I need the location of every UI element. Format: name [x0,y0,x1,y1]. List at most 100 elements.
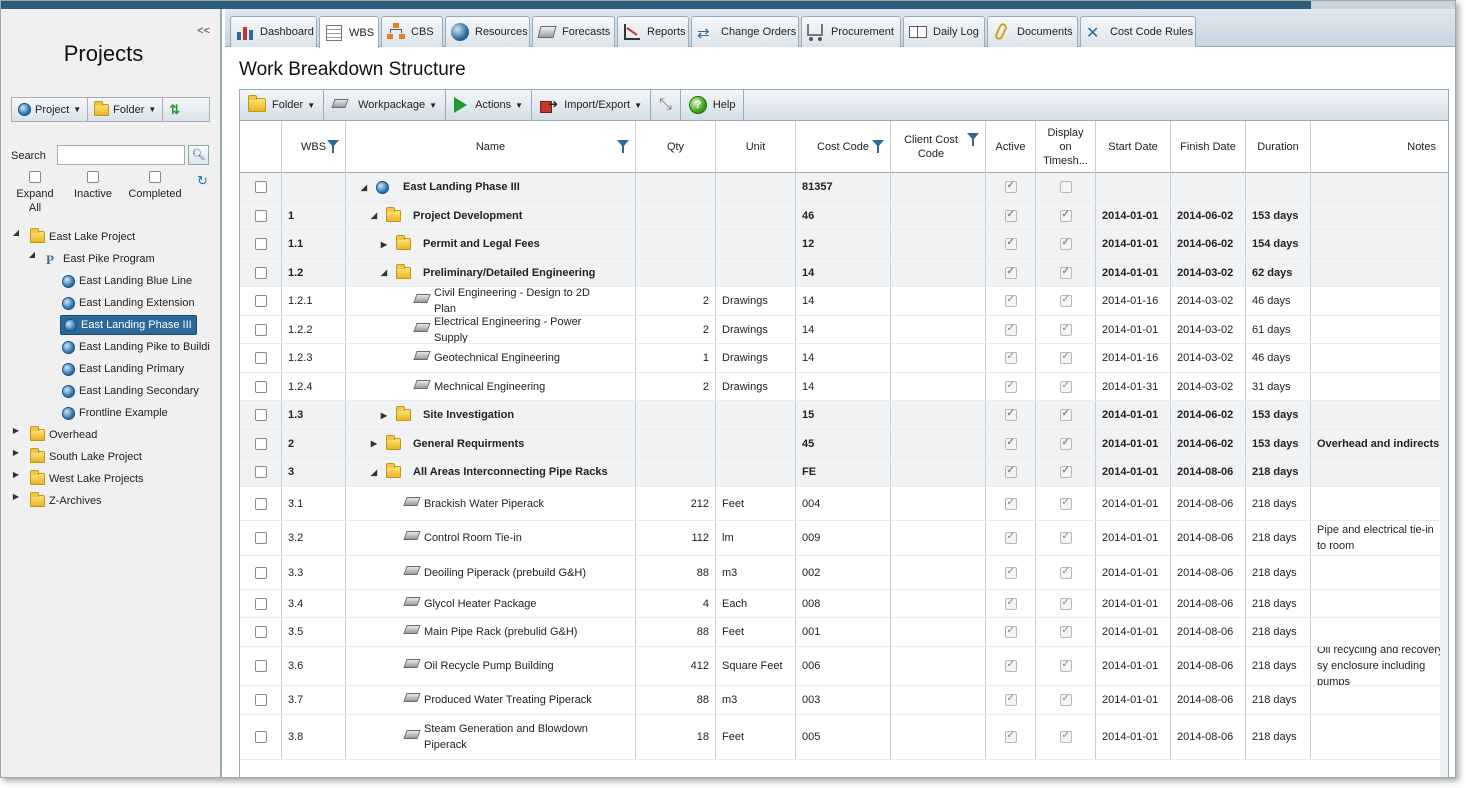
row-select-checkbox[interactable] [254,352,267,364]
tab-change-orders[interactable]: ⇄ Change Orders [691,16,799,47]
tree-node[interactable]: Overhead [30,425,97,445]
tree-node[interactable]: East Landing Phase III [60,315,197,335]
table-row[interactable]: 1.2 ◢ Preliminary/Detailed Engineering 14 20… [240,259,1448,287]
row-select-checkbox[interactable] [254,466,267,478]
row-select-checkbox[interactable] [254,694,267,706]
header-name[interactable]: Name [346,121,636,173]
table-row[interactable]: 3.6 Oil Recycle Pump Building 412 Square Fe… [240,647,1448,686]
timesheet-checkbox[interactable] [1059,625,1072,638]
timesheet-checkbox[interactable] [1059,294,1072,307]
active-checkbox[interactable] [1004,437,1017,450]
tab-cbs[interactable]: CBS [381,16,443,47]
row-select-checkbox[interactable] [254,181,267,193]
timesheet-checkbox[interactable] [1059,597,1072,610]
completed-filter[interactable]: Completed [125,171,185,201]
header-qty[interactable]: Qty [636,121,716,173]
row-name[interactable]: Deoiling Piperack (prebuild G&H) [424,567,586,579]
filter-icon[interactable] [327,140,339,153]
table-row[interactable]: 3.4 Glycol Heater Package 4 Each 008 2014-01-… [240,590,1448,618]
row-select-checkbox[interactable] [254,238,267,250]
timesheet-checkbox[interactable] [1059,323,1072,336]
table-row[interactable]: 3.7 Produced Water Treating Piperack 88 m3 0… [240,686,1448,715]
timesheet-checkbox[interactable] [1059,237,1072,250]
row-name[interactable]: Geotechnical Engineering [434,352,560,364]
tab-wbs[interactable]: WBS [319,16,379,48]
active-checkbox[interactable] [1004,209,1017,222]
header-client-cost-code[interactable]: Client Cost Code [891,121,986,173]
table-row[interactable]: 3 ◢ All Areas Interconnecting Pipe Racks FE… [240,458,1448,487]
project-menu-button[interactable]: Project ▼ [12,98,89,121]
row-name[interactable]: General Requirments [413,438,524,450]
tab-procurement[interactable]: Procurement [801,16,901,47]
table-row[interactable]: 1.2.4 Mechnical Engineering 2 Drawings 14 201… [240,373,1448,401]
expand-row-icon[interactable]: ▶ [378,411,390,420]
header-display-on-timesheet[interactable]: Display on Timesh... [1036,121,1096,173]
row-name[interactable]: Brackish Water Piperack [424,498,544,510]
timesheet-checkbox[interactable] [1059,408,1072,421]
row-select-checkbox[interactable] [254,532,267,544]
tree-node[interactable]: South Lake Project [30,447,142,467]
header-duration[interactable]: Duration [1246,121,1311,173]
tab-reports[interactable]: Reports [617,16,689,47]
active-checkbox[interactable] [1004,294,1017,307]
filter-icon[interactable] [872,140,884,153]
row-select-checkbox[interactable] [254,660,267,672]
table-row[interactable]: 3.8 Steam Generation and Blowdown Piperac… [240,715,1448,760]
completed-checkbox[interactable] [149,171,161,183]
help-button[interactable]: ? Help [681,90,745,120]
expand-all-filter[interactable]: Expand All [15,171,55,215]
table-row[interactable]: 1.1 ▶ Permit and Legal Fees 12 2014-01-01 201… [240,230,1448,259]
active-checkbox[interactable] [1004,237,1017,250]
collapse-sidebar-button[interactable]: << [197,25,210,37]
header-wbs[interactable]: WBS [282,121,346,173]
active-checkbox[interactable] [1004,531,1017,544]
tree-node[interactable]: P East Pike Program [46,249,155,269]
table-row[interactable]: 1.2.2 Electrical Engineering - Power Supp… [240,316,1448,344]
tab-dashboard[interactable]: Dashboard [230,16,317,47]
refresh-button[interactable]: ⇅ [163,98,186,121]
timesheet-checkbox[interactable] [1059,266,1072,279]
tab-daily-log[interactable]: Daily Log [903,16,985,47]
expand-row-icon[interactable]: ▶ [378,240,390,249]
grid-scrollbar[interactable] [1440,173,1448,777]
tab-resources[interactable]: Resources [445,16,530,47]
header-start-date[interactable]: Start Date [1096,121,1171,173]
active-checkbox[interactable] [1004,566,1017,579]
expand-all-checkbox[interactable] [29,171,41,183]
row-select-checkbox[interactable] [254,626,267,638]
row-name[interactable]: Preliminary/Detailed Engineering [423,267,595,279]
tree-node[interactable]: East Landing Extension [62,293,195,313]
timesheet-checkbox[interactable] [1059,351,1072,364]
row-name[interactable]: Control Room Tie-in [424,532,522,544]
tree-node[interactable]: Z-Archives [30,491,102,511]
row-name[interactable]: Oil Recycle Pump Building [424,660,554,672]
row-select-checkbox[interactable] [254,266,267,279]
expand-collapse-button[interactable]: ⤡ [651,90,681,120]
import-export-button[interactable]: ➜ Import/Export ▼ [532,90,652,120]
tree-expand-toggle[interactable]: ▶ [11,448,21,457]
row-name[interactable]: East Landing Phase III [403,181,520,193]
timesheet-checkbox[interactable] [1059,380,1072,393]
row-name[interactable]: Steam Generation and Blowdown Piperack [424,721,604,753]
row-name[interactable]: Mechnical Engineering [434,381,545,393]
timesheet-checkbox[interactable] [1059,497,1072,510]
tree-node[interactable]: Frontline Example [62,403,168,423]
header-active[interactable]: Active [986,121,1036,173]
row-name[interactable]: Civil Engineering - Design to 2D Plan [434,287,614,315]
active-checkbox[interactable] [1004,323,1017,336]
row-name[interactable]: Site Investigation [423,409,514,421]
timesheet-checkbox[interactable] [1059,531,1072,544]
active-checkbox[interactable] [1004,380,1017,393]
active-checkbox[interactable] [1004,465,1017,478]
row-name[interactable]: Produced Water Treating Piperack [424,694,592,706]
table-row[interactable]: ◢ East Landing Phase III 81357 [240,173,1448,202]
inactive-checkbox[interactable] [87,171,99,183]
row-name[interactable]: Project Development [413,210,522,222]
collapse-row-icon[interactable]: ◢ [358,183,370,192]
tree-node[interactable]: East Landing Secondary [62,381,199,401]
table-row[interactable]: 3.5 Main Pipe Rack (prebulid G&H) 88 Feet 00… [240,618,1448,647]
tree-expand-toggle[interactable]: ◢ [27,250,37,259]
search-input[interactable] [57,145,185,165]
row-name[interactable]: Electrical Engineering - Power Supply [434,316,614,343]
table-row[interactable]: 3.3 Deoiling Piperack (prebuild G&H) 88 m3 0… [240,556,1448,590]
